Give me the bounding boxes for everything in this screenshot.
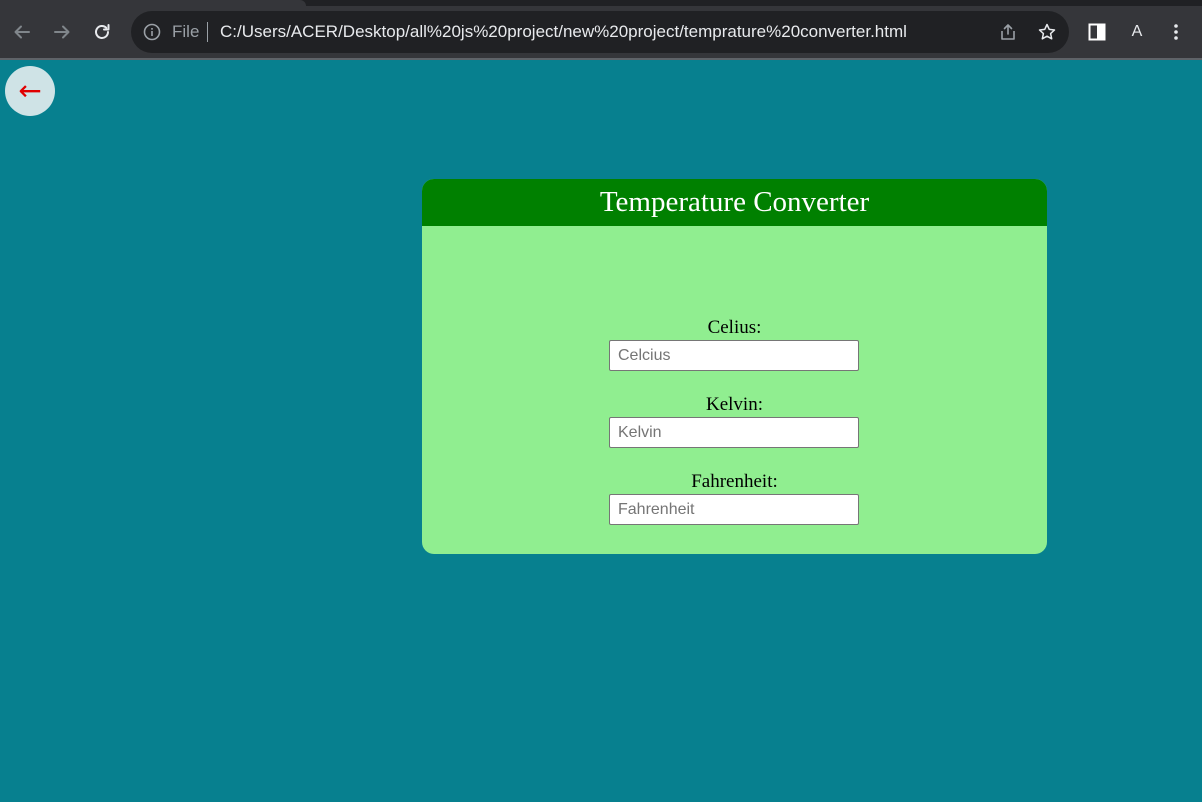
converter-card: Temperature Converter Celius: Kelvin: Fa… xyxy=(422,179,1047,554)
side-panel-icon xyxy=(1088,23,1106,41)
kebab-menu-icon xyxy=(1174,24,1178,40)
fahrenheit-input[interactable] xyxy=(609,494,859,525)
active-tab[interactable] xyxy=(0,0,306,6)
back-link-button[interactable]: ← xyxy=(5,66,55,116)
forward-button[interactable] xyxy=(46,16,78,48)
kelvin-label: Kelvin: xyxy=(706,394,763,415)
tab-strip xyxy=(0,0,1202,6)
info-icon[interactable] xyxy=(143,23,161,41)
share-button[interactable] xyxy=(997,21,1019,43)
share-icon xyxy=(1001,24,1015,40)
forward-arrow-icon xyxy=(54,25,70,39)
side-panel-button[interactable] xyxy=(1085,20,1109,44)
address-separator xyxy=(207,22,208,42)
profile-button[interactable]: A xyxy=(1126,21,1148,43)
card-title: Temperature Converter xyxy=(422,179,1047,226)
back-arrow-icon xyxy=(14,25,30,39)
address-bar[interactable]: File C:/Users/ACER/Desktop/all%20js%20pr… xyxy=(131,11,1069,53)
kelvin-input[interactable] xyxy=(609,417,859,448)
fahrenheit-label: Fahrenheit: xyxy=(691,471,778,492)
reload-button[interactable] xyxy=(86,16,118,48)
scheme-label: File xyxy=(172,22,200,41)
browser-toolbar: File C:/Users/ACER/Desktop/all%20js%20pr… xyxy=(0,0,1202,60)
celsius-label: Celius: xyxy=(707,317,762,338)
celsius-input[interactable] xyxy=(609,340,859,371)
bookmark-button[interactable] xyxy=(1036,21,1058,43)
browser-menu-button[interactable] xyxy=(1164,20,1188,44)
back-button[interactable] xyxy=(6,16,38,48)
reload-icon xyxy=(95,24,110,39)
url-text[interactable]: C:/Users/ACER/Desktop/all%20js%20project… xyxy=(220,22,907,42)
star-icon xyxy=(1038,23,1056,40)
toolbar-divider xyxy=(0,58,1202,60)
